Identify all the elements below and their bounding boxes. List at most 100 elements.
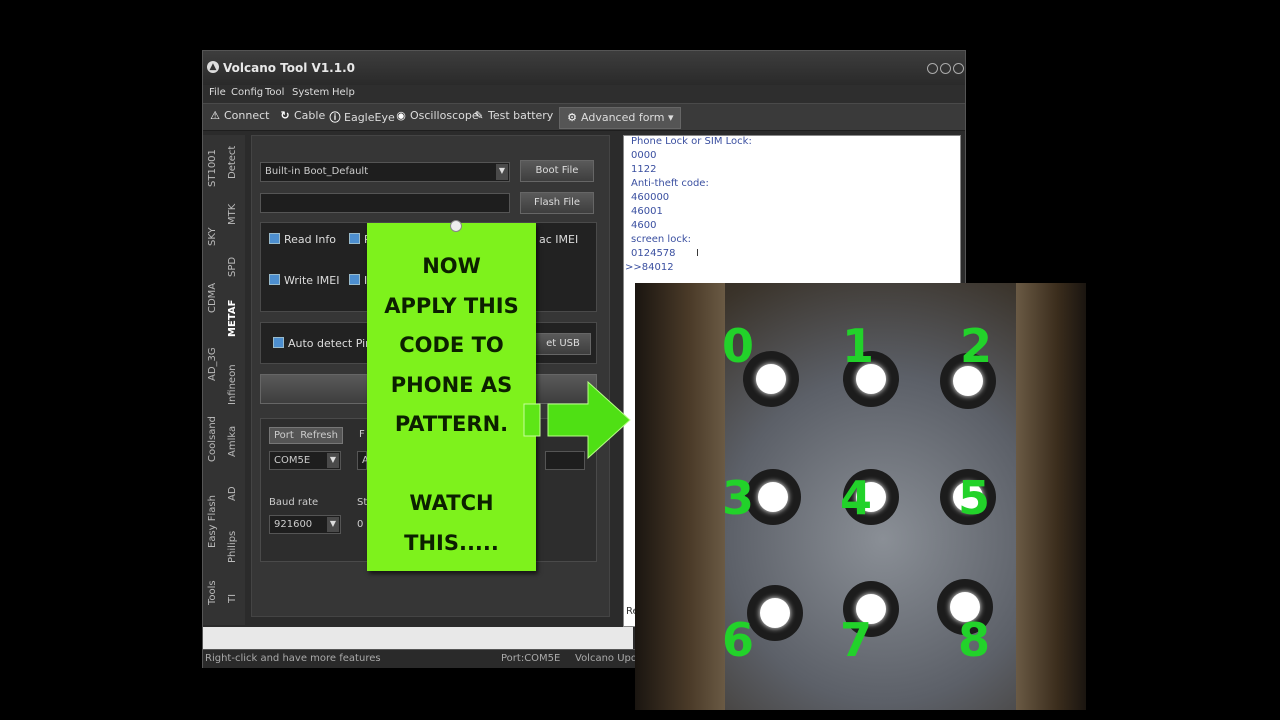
phone-frame-left xyxy=(635,283,725,710)
oscilloscope-button[interactable]: ◉ Oscilloscope xyxy=(395,109,479,125)
close-icon[interactable] xyxy=(953,63,964,74)
side-tabs: ST1001 SKY CDMA AD_3G Coolsand Easy Flas… xyxy=(203,135,245,625)
tab-st1001[interactable]: ST1001 xyxy=(207,149,218,187)
checkbox-icon xyxy=(273,337,284,348)
boot-combo[interactable]: Built-in Boot_Default ▼ xyxy=(260,162,510,182)
checkbox-icon xyxy=(269,233,280,244)
connect-button[interactable]: ⚠ Connect xyxy=(209,109,269,125)
boot-combo-value: Built-in Boot_Default xyxy=(265,166,369,177)
pattern-number: 2 xyxy=(960,319,993,373)
mac-imei-checkbox[interactable]: ac IMEI xyxy=(539,233,578,246)
maximize-icon[interactable] xyxy=(940,63,951,74)
checkbox-icon xyxy=(269,274,280,285)
tab-philips[interactable]: Philips xyxy=(227,531,238,563)
tab-ti[interactable]: TI xyxy=(227,594,238,603)
phone-frame-right xyxy=(1016,283,1086,710)
toolbar: ⚠ Connect ↻ Cable ⓘ EagleEye ◉ Oscilloscope … xyxy=(203,103,965,131)
advanced-form-button[interactable]: ⚙ Advanced form ▾ xyxy=(559,107,681,129)
tab-infineon[interactable]: Infineon xyxy=(227,364,238,405)
a-field[interactable]: A xyxy=(357,451,369,470)
tab-sky[interactable]: SKY xyxy=(207,227,218,246)
tab-easy-flash[interactable]: Easy Flash xyxy=(207,495,218,548)
sticky-note-overlay: NOW APPLY THIS CODE TO PHONE AS PATTERN.… xyxy=(367,223,536,571)
port-refresh-header[interactable]: Port Refresh xyxy=(269,427,343,444)
refresh-icon: ↻ xyxy=(280,109,290,122)
minimize-icon[interactable] xyxy=(927,63,938,74)
status-port: Port:COM5E xyxy=(501,653,561,664)
window-title: Volcano Tool V1.1.0 xyxy=(223,61,355,75)
tab-detect[interactable]: Detect xyxy=(227,146,238,179)
menu-config[interactable]: Config xyxy=(231,87,263,98)
chevron-down-icon: ▼ xyxy=(327,517,339,532)
flash-path-input[interactable] xyxy=(260,193,510,213)
log-line: 46001 xyxy=(631,206,663,217)
port-select[interactable]: COM5E ▼ xyxy=(269,451,341,470)
tab-tools[interactable]: Tools xyxy=(207,580,218,605)
status-app: Volcano Upd xyxy=(575,653,638,664)
tab-metaf[interactable]: METAF xyxy=(227,300,238,337)
pattern-dot xyxy=(747,585,803,641)
sticky-note-text: NOW APPLY THIS CODE TO PHONE AS PATTERN.… xyxy=(384,254,519,555)
log-line: Anti-theft code: xyxy=(631,178,709,189)
test-battery-label: Test battery xyxy=(488,109,554,122)
tab-cdma[interactable]: CDMA xyxy=(207,283,218,313)
advanced-form-label: Advanced form xyxy=(581,111,665,124)
cable-label: Cable xyxy=(294,109,326,122)
log-line: Phone Lock or SIM Lock: xyxy=(631,136,752,147)
baud-value: 921600 xyxy=(274,519,313,530)
flash-file-button[interactable]: Flash File xyxy=(520,192,594,214)
oscilloscope-icon: ◉ xyxy=(396,109,406,122)
baud-rate-label: Baud rate xyxy=(269,497,319,508)
menu-help[interactable]: Help xyxy=(332,87,355,98)
log-line: 460000 xyxy=(631,192,670,203)
eagleeye-button[interactable]: ⓘ EagleEye xyxy=(329,109,395,125)
write-checkbox[interactable]: I xyxy=(349,274,367,287)
title-bar[interactable]: ▲ Volcano Tool V1.1.0 xyxy=(203,51,965,85)
tab-ad-3g[interactable]: AD_3G xyxy=(207,347,218,381)
read-info-label: Read Info xyxy=(284,233,336,246)
text-cursor-icon: I xyxy=(696,248,699,259)
port-value: COM5E xyxy=(274,455,311,466)
usb-button[interactable]: et USB xyxy=(535,333,591,355)
progress-bar xyxy=(203,627,633,649)
baud-rate-select[interactable]: 921600 ▼ xyxy=(269,515,341,534)
refresh-header: Refresh xyxy=(300,430,338,441)
log-line: 0124578 xyxy=(631,248,676,259)
pattern-number: 3 xyxy=(722,471,755,525)
write-imei-checkbox[interactable]: Write IMEI xyxy=(269,274,339,287)
boot-file-button[interactable]: Boot File xyxy=(520,160,594,182)
cable-button[interactable]: ↻ Cable xyxy=(279,109,325,125)
tab-spd[interactable]: SPD xyxy=(227,257,238,277)
checkbox-icon xyxy=(349,233,360,244)
log-line: screen lock: xyxy=(631,234,691,245)
mac-imei-label: ac IMEI xyxy=(539,233,579,246)
tab-mtk[interactable]: MTK xyxy=(227,204,238,225)
f-label: F xyxy=(359,429,365,440)
auto-detect-checkbox[interactable]: Auto detect Pino xyxy=(273,337,379,350)
log-line: 4600 xyxy=(631,220,657,231)
checkbox-icon xyxy=(349,274,360,285)
chevron-down-icon: ▼ xyxy=(327,453,339,468)
tab-ad[interactable]: AD xyxy=(227,486,238,501)
menu-system[interactable]: System xyxy=(292,87,329,98)
pattern-number: 5 xyxy=(958,471,991,525)
menu-tool[interactable]: Tool xyxy=(265,87,284,98)
write-imei-label: Write IMEI xyxy=(284,274,340,287)
port-header: Port xyxy=(274,430,294,441)
tab-coolsand[interactable]: Coolsand xyxy=(207,416,218,462)
gear-icon: ⚙ xyxy=(567,111,577,124)
eagleeye-label: EagleEye xyxy=(344,111,395,124)
pattern-number: 0 xyxy=(722,319,755,373)
log-line: 0000 xyxy=(631,150,657,161)
info-icon: ⓘ xyxy=(329,111,341,124)
test-battery-button[interactable]: ✎ Test battery xyxy=(473,109,553,125)
tab-amlka[interactable]: Amlka xyxy=(227,426,238,457)
oscilloscope-label: Oscilloscope xyxy=(410,109,479,122)
chevron-down-icon: ▾ xyxy=(667,111,674,124)
chevron-down-icon: ▼ xyxy=(496,164,508,180)
pattern-number: 7 xyxy=(840,613,873,667)
menu-file[interactable]: File xyxy=(209,87,226,98)
read-info-checkbox[interactable]: Read Info xyxy=(269,233,336,246)
pattern-lock-photo: 0 1 2 3 4 5 6 7 8 xyxy=(635,283,1086,710)
log-line: 1122 xyxy=(631,164,657,175)
